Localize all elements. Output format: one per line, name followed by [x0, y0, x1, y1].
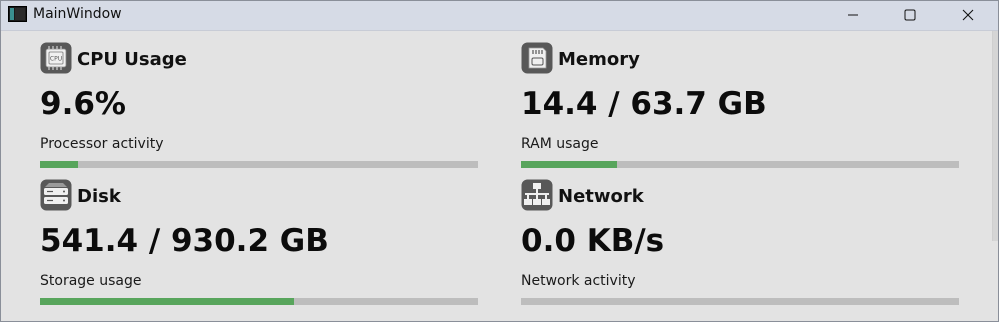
disk-progress-bar: [40, 298, 478, 305]
disk-progress-fill: [40, 298, 294, 305]
network-speed-value: 0.0 KB/s: [521, 223, 665, 259]
disk-usage-value: 541.4 / 930.2 GB: [40, 223, 329, 259]
minimize-button[interactable]: [830, 1, 876, 30]
scrollbar[interactable]: [992, 31, 998, 241]
memory-progress-bar: [521, 161, 959, 168]
card-subtitle: Network activity: [521, 273, 636, 289]
app-icon: [8, 6, 27, 22]
card-title: Memory: [558, 49, 640, 70]
card-title: CPU Usage: [77, 49, 187, 70]
network-icon: [521, 179, 553, 211]
network-card: Network 0.0 KB/s Network activity: [521, 168, 961, 305]
minimize-icon: [848, 14, 858, 16]
main-window: MainWindow CPU CPU Usage 9.6% Processor …: [0, 0, 999, 322]
close-button[interactable]: [945, 1, 991, 30]
memory-card-icon: [521, 42, 553, 74]
card-subtitle: Storage usage: [40, 273, 142, 289]
window-title: MainWindow: [33, 6, 122, 22]
card-subtitle: RAM usage: [521, 136, 599, 152]
title-bar[interactable]: MainWindow: [1, 1, 998, 31]
cpu-usage-card: CPU CPU Usage 9.6% Processor activity: [40, 31, 480, 168]
cpu-usage-value: 9.6%: [40, 86, 126, 122]
cpu-icon: CPU: [40, 42, 72, 74]
memory-card: Memory 14.4 / 63.7 GB RAM usage: [521, 31, 961, 168]
card-title: Disk: [77, 186, 121, 207]
memory-usage-value: 14.4 / 63.7 GB: [521, 86, 767, 122]
network-progress-bar: [521, 298, 959, 305]
svg-text:CPU: CPU: [50, 56, 62, 63]
cpu-progress-fill: [40, 161, 79, 168]
dashboard-content: CPU CPU Usage 9.6% Processor activity Me…: [1, 31, 998, 321]
memory-progress-fill: [521, 161, 617, 168]
close-icon: [962, 9, 974, 21]
card-subtitle: Processor activity: [40, 136, 164, 152]
maximize-icon: [904, 9, 916, 21]
disk-card: Disk 541.4 / 930.2 GB Storage usage: [40, 168, 480, 305]
maximize-button[interactable]: [887, 1, 933, 30]
hard-drive-icon: [40, 179, 72, 211]
cpu-progress-bar: [40, 161, 478, 168]
card-title: Network: [558, 186, 644, 207]
